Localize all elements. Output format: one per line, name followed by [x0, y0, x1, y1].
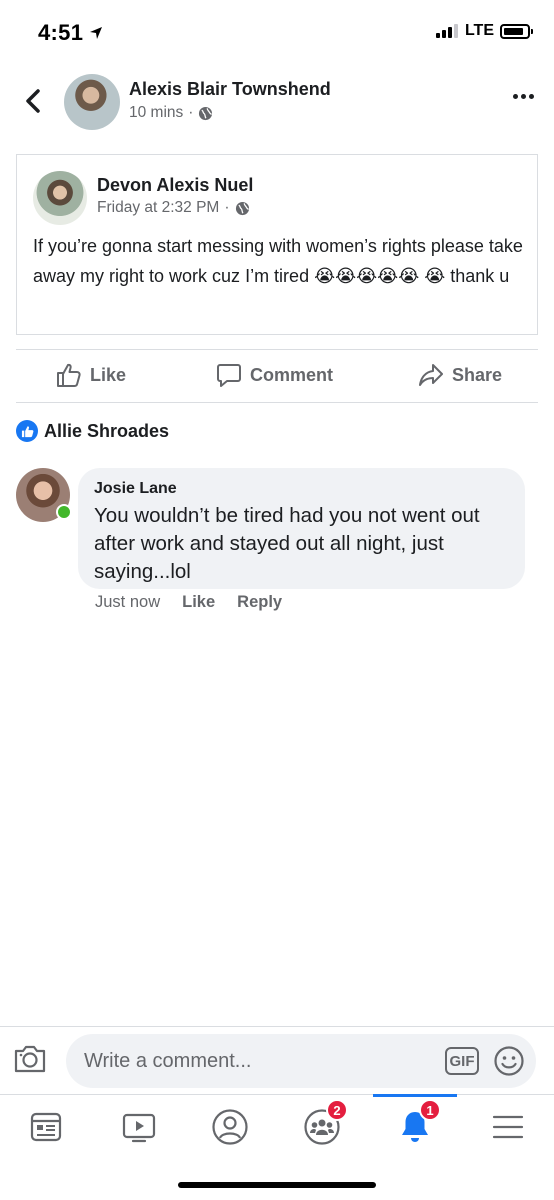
comment-author[interactable]: Josie Lane — [94, 480, 509, 498]
reaction-summary[interactable]: Allie Shroades — [16, 420, 169, 442]
globe-icon — [199, 106, 213, 120]
active-tab-indicator — [373, 1094, 457, 1097]
shared-post-author-avatar[interactable] — [33, 171, 87, 225]
comment-time: Just now — [95, 593, 161, 611]
menu-icon — [492, 1115, 524, 1139]
post-action-bar: Like Comment Share — [16, 350, 538, 402]
profile-icon — [212, 1109, 248, 1145]
shared-post-author-name[interactable]: Devon Alexis Nuel — [97, 175, 253, 196]
share-arrow-icon — [419, 364, 443, 386]
chevron-left-icon — [26, 89, 40, 113]
network-type: LTE — [464, 22, 494, 39]
thumbs-up-outline-icon — [57, 363, 81, 387]
battery-icon — [500, 23, 533, 39]
notifications-badge: 1 — [419, 1099, 441, 1121]
post-meta: 10 mins · — [129, 104, 213, 122]
groups-badge: 2 — [326, 1099, 348, 1121]
divider — [16, 402, 538, 403]
status-indicators: LTE — [435, 22, 533, 40]
share-button[interactable]: Share — [418, 362, 502, 388]
home-indicator[interactable] — [178, 1182, 376, 1188]
shared-post-time[interactable]: Friday at 2:32 PM — [97, 199, 219, 217]
post-author-name[interactable]: Alexis Blair Townshend — [129, 79, 331, 100]
more-dot — [521, 94, 526, 99]
reactor-name: Allie Shroades — [44, 420, 170, 441]
tab-profile[interactable] — [200, 1105, 260, 1149]
online-status-indicator — [56, 504, 72, 520]
comment-label: Comment — [250, 364, 334, 385]
cellular-signal-icon — [435, 24, 460, 38]
meta-separator: · — [224, 199, 230, 216]
comment-button[interactable]: Comment — [216, 362, 333, 388]
location-arrow-icon — [90, 27, 103, 39]
share-label: Share — [452, 364, 503, 385]
shared-post-meta: Friday at 2:32 PM · — [97, 199, 250, 217]
post-time[interactable]: 10 mins — [129, 104, 183, 122]
comment-reply-button[interactable]: Reply — [237, 593, 282, 612]
meta-separator: · — [188, 104, 194, 121]
comment-text: You wouldn’t be tired had you not went o… — [94, 504, 480, 583]
more-dot — [513, 94, 518, 99]
more-dot — [529, 94, 534, 99]
feed-icon — [30, 1112, 62, 1142]
tab-notifications[interactable]: 1 — [385, 1099, 445, 1149]
comment-bubble[interactable]: Josie Lane You wouldn’t be tired had you… — [78, 468, 525, 589]
commenter-avatar[interactable] — [16, 468, 72, 522]
tab-news-feed[interactable] — [16, 1105, 76, 1149]
tab-menu[interactable] — [478, 1105, 538, 1149]
shared-post-card[interactable]: Devon Alexis Nuel Friday at 2:32 PM · If… — [16, 154, 538, 335]
status-time: 4:51 — [38, 20, 103, 46]
post-author-avatar[interactable] — [64, 74, 120, 130]
comment-actions: Just now Like Reply — [95, 593, 282, 612]
more-options-button[interactable] — [510, 94, 534, 99]
tab-groups[interactable]: 2 — [292, 1099, 352, 1149]
back-button[interactable] — [18, 86, 48, 116]
like-label: Like — [90, 364, 127, 385]
status-time-text: 4:51 — [38, 20, 84, 45]
gif-button[interactable]: GIF — [445, 1047, 479, 1075]
status-bar: 4:51 LTE — [0, 0, 554, 66]
thumbs-up-icon — [16, 420, 38, 442]
tab-watch[interactable] — [109, 1105, 169, 1149]
like-button[interactable]: Like — [56, 362, 126, 388]
globe-icon — [235, 201, 249, 215]
comment-bubble-icon — [217, 364, 241, 387]
video-icon — [122, 1113, 156, 1143]
emoji-icon[interactable] — [493, 1045, 525, 1077]
comment-composer: GIF — [0, 1026, 554, 1094]
shared-post-text: If you’re gonna start messing with women… — [33, 236, 523, 286]
comment-like-button[interactable]: Like — [182, 593, 215, 612]
camera-icon[interactable] — [12, 1041, 48, 1077]
